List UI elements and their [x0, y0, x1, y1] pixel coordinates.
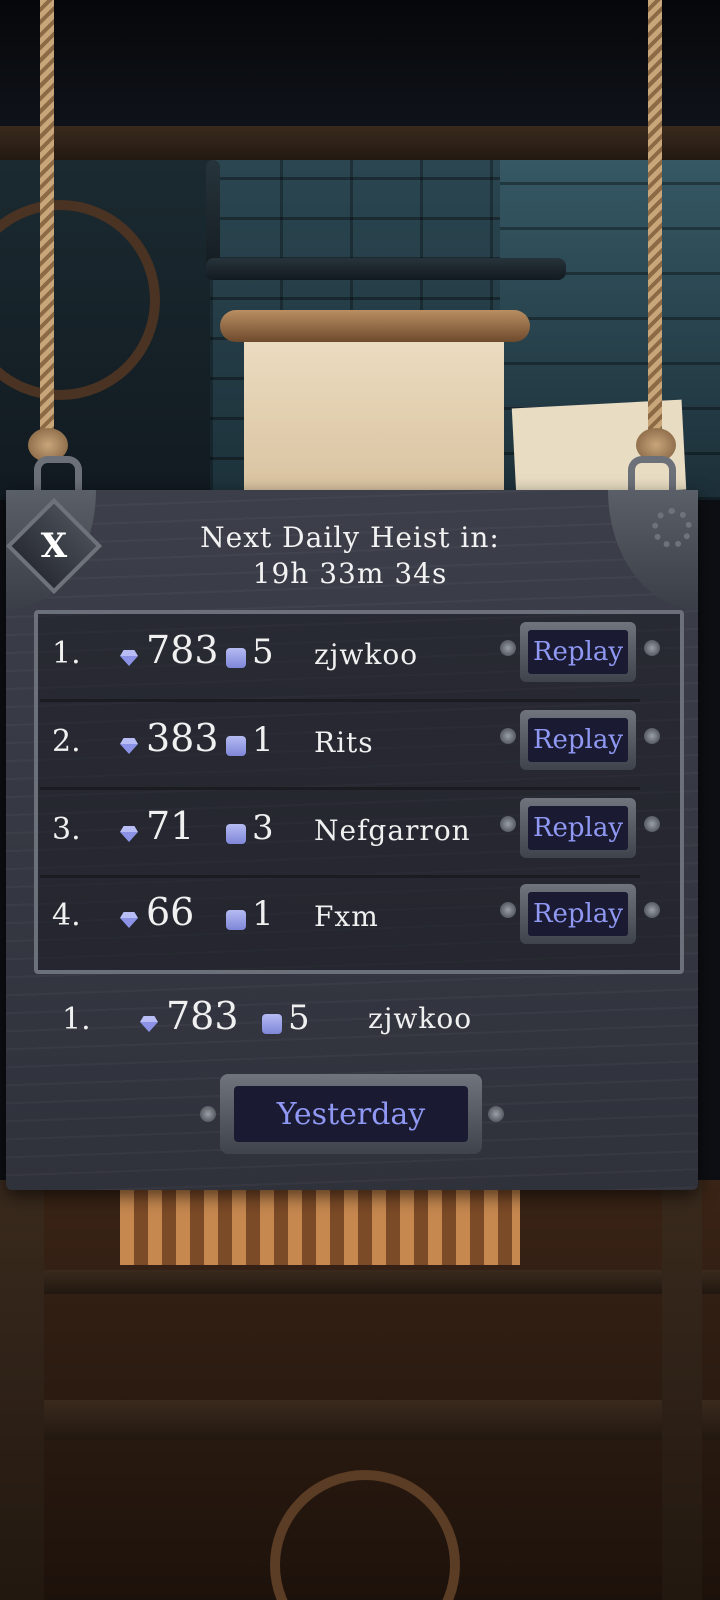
- lower-beam: [0, 1270, 720, 1294]
- rivet-icon: [644, 728, 660, 744]
- rivet-icon: [488, 1106, 504, 1122]
- rank-number: 1.: [52, 636, 81, 671]
- player-name: Nefgarron: [314, 814, 471, 847]
- replay-button[interactable]: Replay: [520, 622, 636, 682]
- gem-count: 383: [146, 716, 219, 760]
- gem-icon: [120, 738, 138, 754]
- gem-icon: [120, 912, 138, 928]
- scroll-rod: [220, 310, 530, 342]
- gem-count: 66: [146, 890, 195, 934]
- chest-count: 1: [252, 720, 274, 760]
- yesterday-button[interactable]: Yesterday: [220, 1074, 482, 1154]
- gem-icon: [140, 1016, 158, 1032]
- left-rope: [40, 0, 54, 440]
- rank-number: 4.: [52, 898, 81, 933]
- gem-count: 71: [146, 804, 195, 848]
- rank-number: 2.: [52, 724, 81, 759]
- leaderboard-row: 3. 71 3 Nefgarron Replay: [40, 790, 670, 878]
- yesterday-label[interactable]: Yesterday: [234, 1086, 468, 1142]
- player-name: zjwkoo: [314, 638, 419, 671]
- page-title: Next Daily Heist in: 19h 33m 34s: [150, 520, 550, 592]
- chest-icon: [226, 648, 246, 668]
- rivet-icon: [500, 816, 516, 832]
- gear-icon: [652, 508, 692, 548]
- chest-count: 3: [252, 808, 274, 848]
- gem-count: 783: [166, 994, 239, 1038]
- replay-button[interactable]: Replay: [520, 710, 636, 770]
- chest-icon: [226, 824, 246, 844]
- player-name: Fxm: [314, 900, 379, 933]
- ceiling-shadow: [0, 0, 720, 140]
- replay-label[interactable]: Replay: [528, 892, 628, 936]
- rivet-icon: [200, 1106, 216, 1122]
- replay-label[interactable]: Replay: [528, 718, 628, 762]
- player-name: zjwkoo: [368, 1002, 473, 1035]
- rivet-icon: [644, 816, 660, 832]
- current-player-row: 1. 783 5 zjwkoo: [40, 992, 670, 1062]
- close-icon[interactable]: X: [20, 512, 88, 580]
- rivet-icon: [644, 640, 660, 656]
- gem-count: 783: [146, 628, 219, 672]
- rivet-icon: [500, 640, 516, 656]
- chest-icon: [262, 1014, 282, 1034]
- leaderboard-row: 4. 66 1 Fxm Replay: [40, 876, 670, 962]
- rivet-icon: [500, 902, 516, 918]
- leaderboard-row: 1. 783 5 zjwkoo Replay: [40, 614, 670, 702]
- top-beam: [0, 126, 720, 162]
- right-rope: [648, 0, 662, 440]
- leaderboard-row: 2. 383 1 Rits Replay: [40, 702, 670, 790]
- chest-count: 5: [252, 632, 274, 672]
- replay-label[interactable]: Replay: [528, 630, 628, 674]
- left-post: [0, 1180, 44, 1600]
- bottom-beam: [0, 1400, 720, 1440]
- title-line-1: Next Daily Heist in:: [200, 521, 500, 554]
- chest-count: 1: [252, 894, 274, 934]
- chest-icon: [226, 910, 246, 930]
- right-post: [662, 1180, 702, 1600]
- chest-icon: [226, 736, 246, 756]
- replay-label[interactable]: Replay: [528, 806, 628, 850]
- chest-count: 5: [288, 998, 310, 1038]
- gem-icon: [120, 650, 138, 666]
- replay-button[interactable]: Replay: [520, 798, 636, 858]
- player-name: Rits: [314, 726, 374, 759]
- rank-number: 3.: [52, 812, 81, 847]
- replay-button[interactable]: Replay: [520, 884, 636, 944]
- rivet-icon: [500, 728, 516, 744]
- board-corner: [608, 490, 698, 610]
- wooden-slats: [120, 1185, 520, 1265]
- rivet-icon: [644, 902, 660, 918]
- pipe: [206, 258, 566, 280]
- rank-number: 1.: [62, 1002, 91, 1037]
- gem-icon: [120, 826, 138, 842]
- countdown-timer: 19h 33m 34s: [252, 557, 448, 590]
